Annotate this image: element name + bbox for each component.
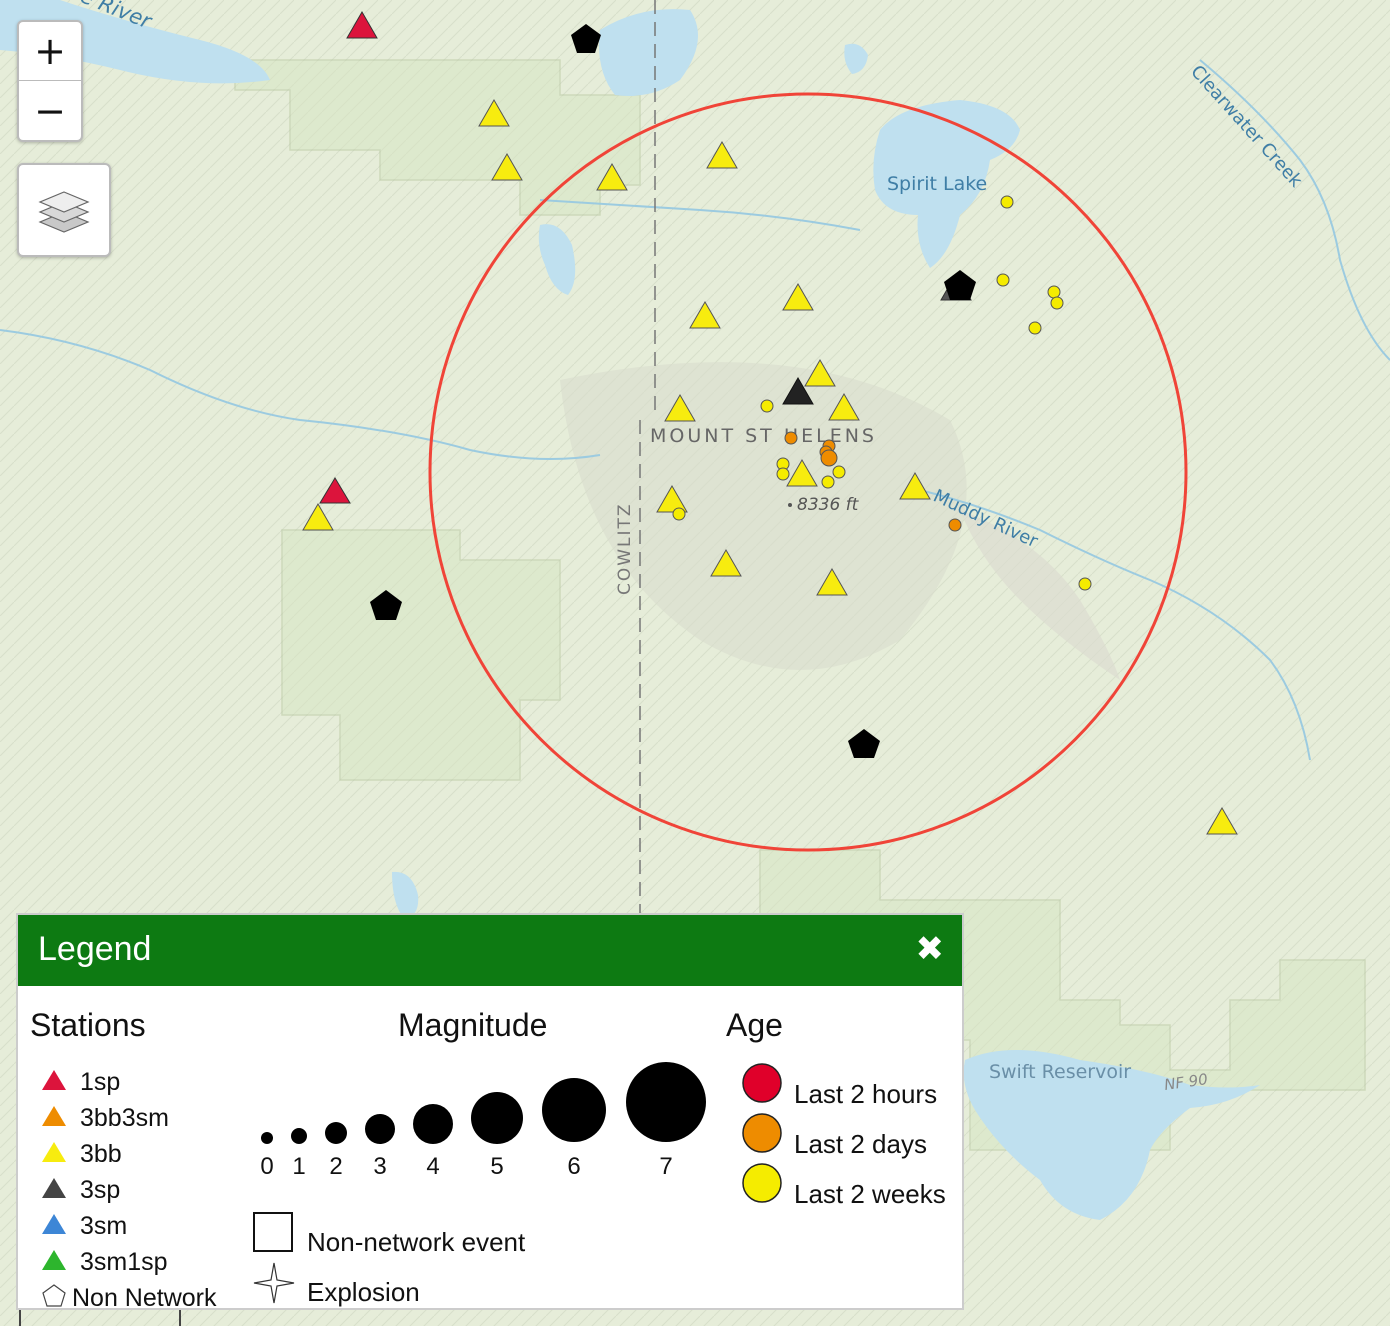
zoom-in-button[interactable]: + [19,22,81,81]
map-view[interactable]: Toutle River Clearwater Creek Spirit Lak… [0,0,1390,1326]
legend-age-item: Last 2 hours [740,1061,960,1109]
layers-button[interactable] [17,163,111,257]
age-label: Last 2 days [794,1129,927,1159]
earthquake-last-2-weeks[interactable] [672,507,686,521]
mount-st-helens-label: MOUNT ST HELENS [650,425,877,447]
summit-marker [788,503,792,507]
magnitude-1-circle [291,1128,307,1144]
magnitude-label: 5 [490,1153,504,1180]
explosion-label: Explosion [307,1277,420,1307]
magnitude-4-circle [413,1104,453,1144]
magnitude-label: 0 [260,1153,274,1180]
earthquake-last-2-days[interactable] [784,431,798,445]
magnitude-label: 1 [292,1153,306,1180]
legend-age-item: Last 2 days [740,1111,960,1159]
age-circle-icon [742,1063,782,1103]
triangle-icon [42,1214,66,1234]
magnitude-2-circle [325,1122,347,1144]
triangle-icon [42,1250,66,1270]
magnitude-label: 2 [329,1153,343,1180]
swift-reservoir-label-text: Swift Reservoir [989,1061,1131,1083]
zoom-control: + − [17,20,83,142]
earthquake-last-2-weeks[interactable] [821,475,835,489]
magnitude-5-circle [471,1092,523,1144]
age-circle-icon [742,1163,782,1203]
zoom-out-button[interactable]: − [19,81,81,140]
cowlitz-label: COWLITZ [615,502,635,595]
legend-station-label: Non Network [72,1284,217,1312]
age-label: Last 2 weeks [794,1179,946,1209]
earthquake-last-2-weeks[interactable] [832,465,846,479]
earthquake-last-2-weeks[interactable] [1028,321,1042,335]
magnitude-3-circle [365,1114,395,1144]
pentagon-icon [42,1284,66,1307]
magnitude-7-circle [626,1062,706,1142]
swift-reservoir-label: Swift Reservoir [989,1061,1131,1083]
age-heading: Age [726,1007,783,1043]
magnitude-label: 3 [373,1153,387,1180]
age-label: Last 2 hours [794,1079,938,1109]
magnitude-0-circle [261,1132,273,1144]
explosion-star-icon [253,1262,295,1304]
spirit-lake-label: Spirit Lake [887,173,987,195]
non-network-event-label: Non-network event [307,1227,526,1257]
earthquake-last-2-days[interactable] [948,518,962,532]
earthquake-last-2-weeks[interactable] [1000,195,1014,209]
legend-station-label: 3sm1sp [80,1248,168,1276]
magnitude-label: 6 [567,1153,581,1180]
legend-non-network-event: Non-network event [252,1211,552,1257]
age-circle-icon [742,1113,782,1153]
legend-station-label: 3sm [80,1212,128,1240]
square-icon [253,1212,293,1252]
legend-panel: Legend ✖ Stations 1sp 3bb3sm 3bb 3sp 3sm… [16,913,964,1312]
legend-age-item: Last 2 weeks [740,1161,960,1209]
earthquake-last-2-weeks[interactable] [760,399,774,413]
magnitude-6-circle [542,1078,606,1142]
summit-elevation-label: 8336 ft [797,495,860,515]
magnitude-label: 4 [426,1153,440,1180]
earthquake-last-2-weeks[interactable] [776,467,790,481]
magnitude-label: 7 [659,1153,673,1180]
earthquake-last-2-weeks[interactable] [1047,285,1061,299]
legend-station-label: 3sp [80,1176,121,1204]
legend-explosion: Explosion [252,1261,552,1307]
earthquake-last-2-weeks[interactable] [1078,577,1092,591]
earthquake-last-2-days[interactable] [820,449,838,467]
earthquake-last-2-weeks[interactable] [996,273,1010,287]
layers-icon [38,191,90,233]
triangle-icon [42,1178,66,1198]
earthquake-last-2-weeks[interactable] [1050,296,1064,310]
